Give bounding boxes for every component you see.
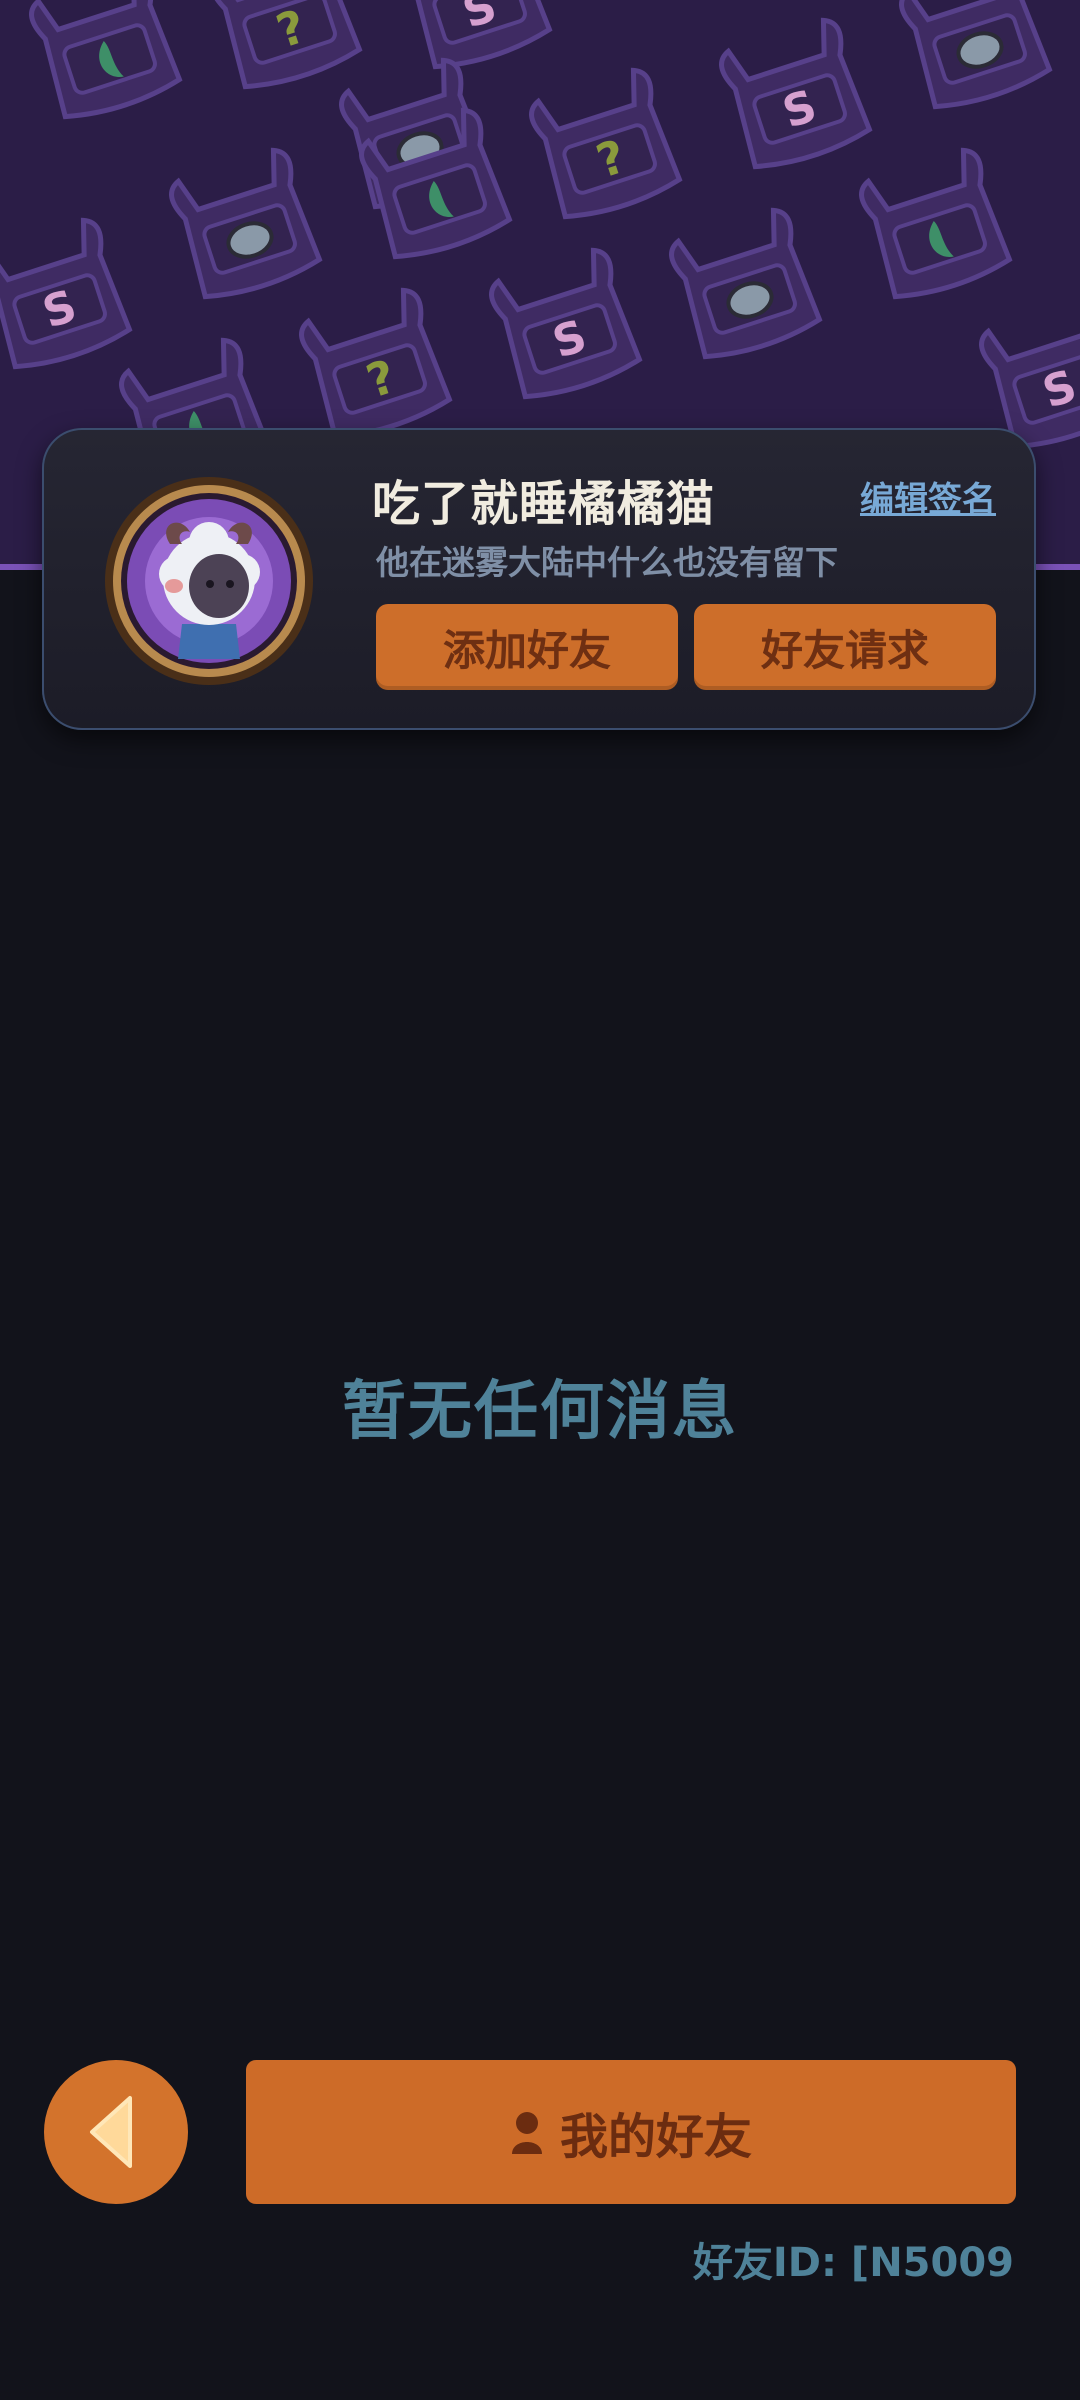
profile-card: 吃了就睡橘橘猫 编辑签名 他在迷雾大陆中什么也没有留下 添加好友 好友请求 [42,428,1036,730]
friend-requests-label: 好友请求 [760,625,929,675]
avatar[interactable] [102,474,316,688]
edit-signature-link[interactable]: 编辑签名 [860,472,996,521]
friend-id: 好友ID: [N5009 [692,2240,1014,2286]
back-button[interactable] [44,2060,188,2204]
add-friend-button[interactable]: 添加好友 [376,604,678,690]
username: 吃了就睡橘橘猫 [372,476,716,532]
back-arrow-icon [90,2096,132,2168]
signature-text: 他在迷雾大陆中什么也没有留下 [376,543,838,582]
my-friends-label: 我的好友 [559,2109,752,2165]
sheep-avatar-icon [105,477,313,685]
friend-requests-button[interactable]: 好友请求 [694,604,996,690]
my-friends-button[interactable]: 我的好友 [246,2060,1016,2204]
add-friend-label: 添加好友 [442,625,611,675]
person-icon [510,2110,544,2154]
empty-message: 暂无任何消息 [342,1375,738,1449]
